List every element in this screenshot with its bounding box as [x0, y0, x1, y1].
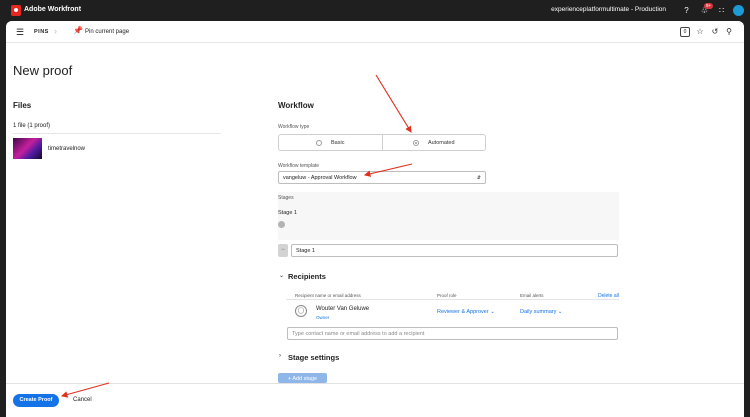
- proof-role-value: Reviewer & Approver: [437, 309, 489, 315]
- chevron-down-icon: ⌄: [490, 309, 495, 315]
- divider: [286, 299, 619, 300]
- hamburger-menu-icon[interactable]: ☰: [16, 27, 24, 38]
- workflow-template-label: Workflow template: [278, 163, 320, 169]
- file-thumbnail[interactable]: [13, 138, 42, 159]
- recipient-name: Wouter Van Geluwe: [316, 306, 370, 312]
- stages-panel: Stages Stage 1: [278, 192, 619, 240]
- history-icon[interactable]: ↺: [710, 27, 720, 37]
- divider: [13, 133, 221, 134]
- workflow-type-automated[interactable]: Automated: [381, 135, 486, 150]
- proof-role-dropdown[interactable]: Reviewer & Approver ⌄: [437, 309, 495, 315]
- chevron-updown-icon: ⇵: [476, 175, 481, 181]
- star-icon[interactable]: ☆: [695, 27, 705, 37]
- radio-icon: [316, 139, 323, 146]
- app-title: Adobe Workfront: [24, 6, 82, 13]
- workflow-template-value: vangeluw - Approval Workflow: [283, 175, 357, 181]
- col-recipient-name: Recipient name or email address: [295, 293, 361, 298]
- workflow-type-automated-label: Automated: [427, 139, 455, 146]
- zero-box-icon[interactable]: 0: [680, 27, 690, 37]
- stage-collapse-button[interactable]: −: [278, 244, 288, 257]
- app-frame: ☰ PINS › 📌 Pin current page 0 ☆ ↺ ⚲ New …: [6, 21, 744, 417]
- chevron-down-icon[interactable]: ⌄: [279, 272, 284, 279]
- email-alerts-value: Daily summary: [520, 309, 557, 315]
- workflow-template-select[interactable]: vangeluw - Approval Workflow ⇵: [278, 171, 486, 184]
- workflow-type-segmented: Basic Automated: [278, 134, 486, 151]
- recipient-owner-tag: Owner: [316, 315, 330, 320]
- email-alerts-dropdown[interactable]: Daily summary ⌄: [520, 309, 563, 315]
- chevron-right-icon[interactable]: ›: [279, 353, 281, 359]
- stage-name[interactable]: Stage 1: [278, 210, 297, 216]
- page-title: New proof: [13, 63, 73, 78]
- radio-selected-icon: [412, 139, 419, 146]
- chevron-right-icon: ›: [54, 26, 57, 36]
- workflow-type-label: Workflow type: [278, 124, 310, 130]
- user-avatar[interactable]: [733, 5, 744, 16]
- cancel-button[interactable]: Cancel: [73, 397, 92, 403]
- file-name[interactable]: timetravelnow: [48, 146, 85, 152]
- stage-name-input[interactable]: Stage 1: [291, 244, 618, 257]
- stages-label: Stages: [278, 195, 294, 201]
- files-count: 1 file (1 proof): [13, 123, 51, 129]
- pins-bar: ☰ PINS › 📌 Pin current page 0 ☆ ↺ ⚲: [6, 21, 744, 43]
- files-heading: Files: [13, 101, 32, 110]
- footer-bar: Create Proof Cancel: [6, 383, 744, 417]
- create-proof-button[interactable]: Create Proof: [13, 394, 59, 407]
- pin-icon[interactable]: 📌: [73, 26, 83, 35]
- chevron-down-icon: ⌄: [557, 309, 563, 315]
- user-avatar-icon: ◯: [295, 305, 307, 317]
- stage-node[interactable]: [278, 221, 285, 228]
- col-email-alerts: Email alerts: [520, 293, 544, 298]
- pin-current-page[interactable]: Pin current page: [85, 29, 129, 35]
- workflow-heading: Workflow: [278, 101, 314, 110]
- workflow-type-basic[interactable]: Basic: [279, 135, 382, 150]
- search-icon[interactable]: ⚲: [724, 27, 734, 37]
- app-grid-icon[interactable]: ∷: [716, 5, 727, 16]
- workflow-type-basic-label: Basic: [331, 139, 345, 146]
- recipients-heading[interactable]: Recipients: [288, 272, 326, 281]
- stage-settings-heading[interactable]: Stage settings: [288, 353, 339, 362]
- notification-badge: 9+: [704, 3, 714, 9]
- contact-search-input[interactable]: Type contact name or email address to ad…: [287, 327, 618, 340]
- org-switcher[interactable]: experienceplatformultimate - Production: [551, 6, 666, 13]
- help-icon[interactable]: ?: [681, 5, 692, 16]
- global-header: Adobe Workfront experienceplatformultima…: [0, 0, 750, 21]
- pins-label[interactable]: PINS: [34, 29, 49, 35]
- col-proof-role: Proof role: [437, 293, 457, 298]
- adobe-logo-icon[interactable]: [11, 5, 21, 16]
- add-stage-button[interactable]: + Add stage: [278, 373, 327, 383]
